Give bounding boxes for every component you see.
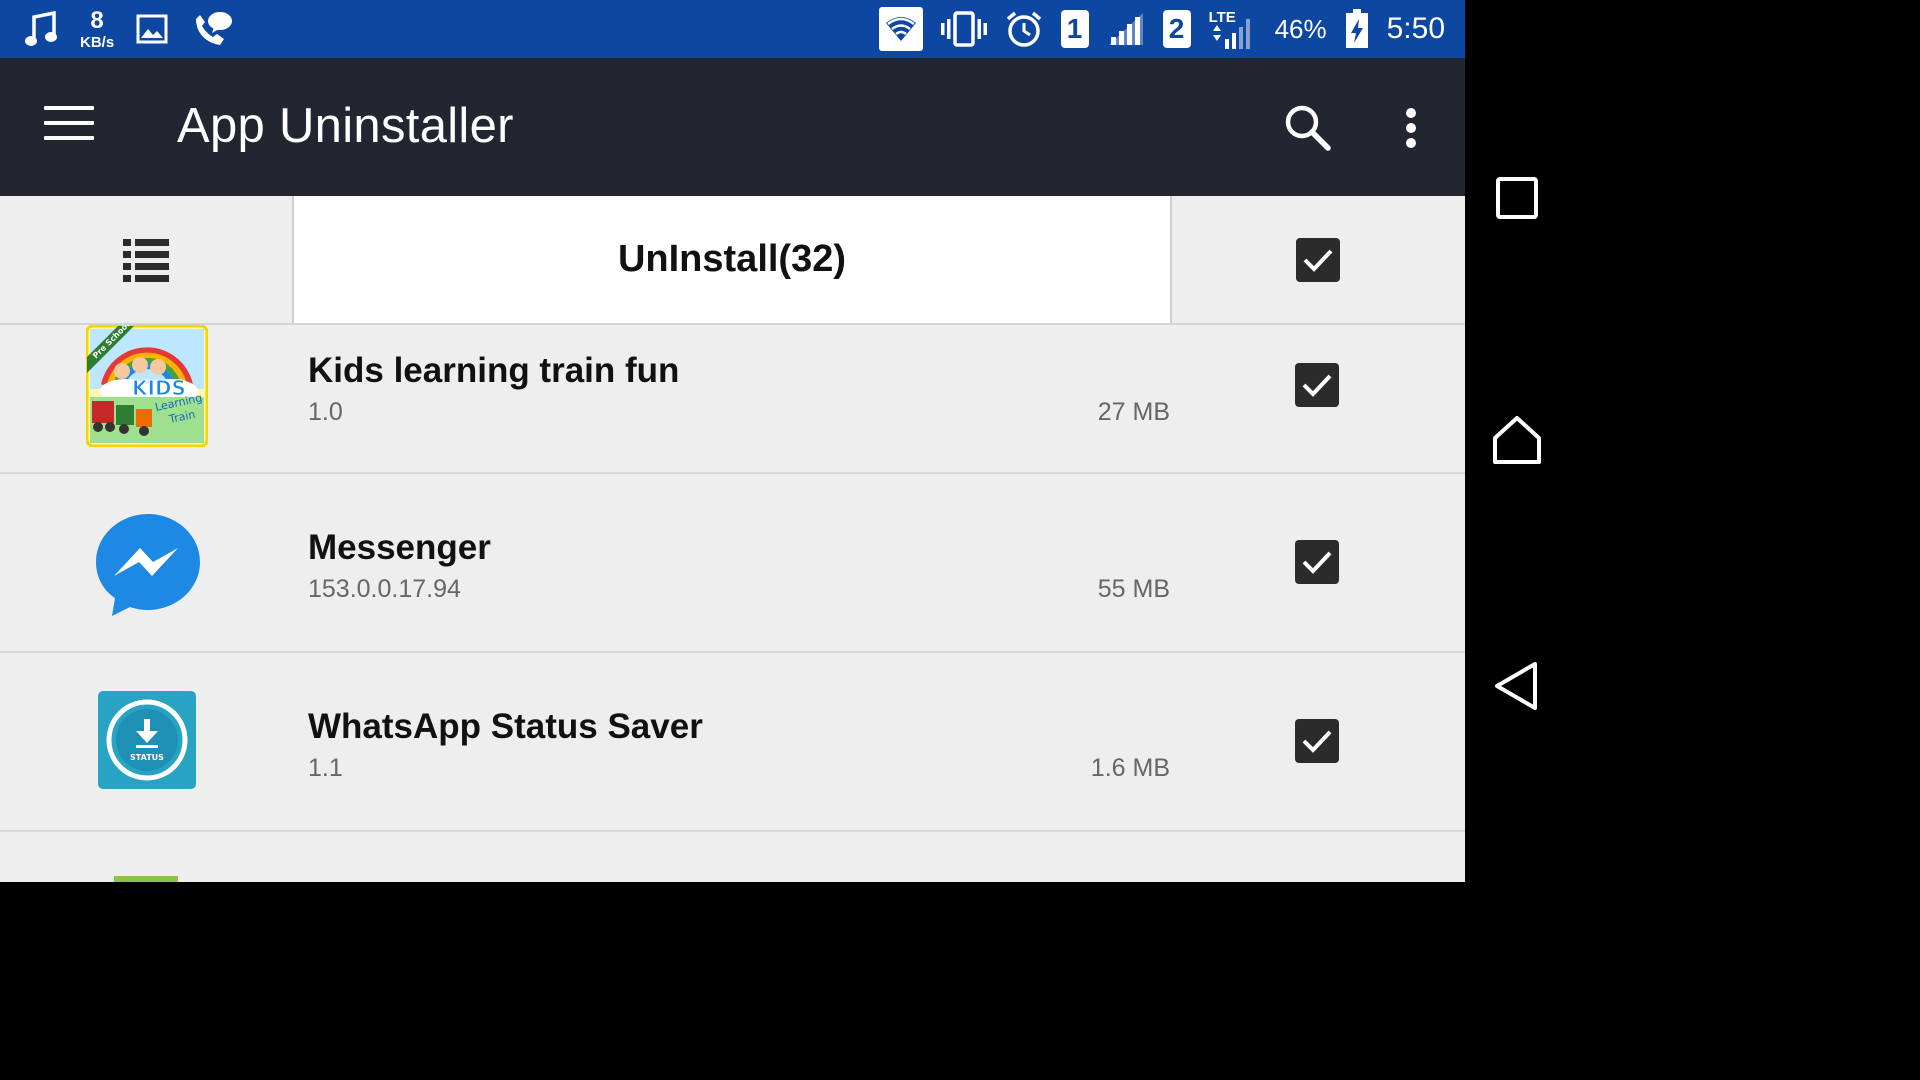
check-icon [1302,551,1332,574]
list-item[interactable]: Messenger 153.0.0.17.94 55 MB [0,474,1465,653]
list-item[interactable]: STATUS WhatsApp Status Saver 1.1 1.6 MB [0,653,1465,832]
app-name: Messenger [308,528,491,567]
select-all-checkbox[interactable] [1296,238,1340,282]
more-vert-icon[interactable] [1395,102,1427,154]
list-item[interactable]: KIDS Learning Train Pre School Kids lear… [0,320,1465,474]
action-bar: UnInstall(32) [0,196,1465,325]
app-list: KIDS Learning Train Pre School Kids lear… [0,320,1465,882]
call-icon [190,9,234,49]
uninstall-button[interactable]: UnInstall(32) [294,196,1172,323]
app-version: 1.0 [308,398,343,426]
status-word: STATUS [130,753,164,762]
alarm-icon [1005,10,1043,48]
net-speed-unit: KB/s [80,33,115,51]
list-item[interactable] [0,832,1465,882]
kids-train-app-icon: KIDS Learning Train Pre School [85,320,209,448]
vibrate-icon [940,11,987,47]
screen: 8 KB/s 1 2 LTE 46% 5:50 App Uninstaller … [0,0,1465,882]
android-app-icon [114,876,178,882]
sim2-badge: 2 [1162,10,1191,48]
check-icon [1303,249,1333,272]
app-size: 1.6 MB [1090,754,1170,782]
list-icon [123,238,169,282]
search-icon[interactable] [1282,102,1334,154]
app-version: 153.0.0.17.94 [308,575,461,603]
app-toolbar: App Uninstaller [0,58,1465,196]
app-checkbox[interactable] [1295,363,1339,407]
signal-icon [1107,11,1145,47]
lte-signal-icon: LTE [1209,7,1257,51]
app-checkbox[interactable] [1295,540,1339,584]
clock: 5:50 [1386,12,1445,45]
status-bar: 8 KB/s 1 2 LTE 46% 5:50 [0,0,1465,58]
back-icon[interactable] [1491,660,1543,712]
net-speed-value: 8 [90,6,104,34]
sim1-badge: 1 [1060,10,1089,48]
messenger-icon [94,512,202,620]
app-name: WhatsApp Status Saver [308,707,703,746]
net-speed: 8 KB/s [80,6,115,51]
home-icon[interactable] [1491,414,1543,466]
status-saver-icon: STATUS [98,691,196,789]
battery-percent: 46% [1274,13,1327,44]
app-name: Kids learning train fun [308,351,680,390]
navigation-bar [1465,0,1568,882]
image-icon [136,14,168,44]
app-title: App Uninstaller [177,99,514,153]
app-size: 55 MB [1097,575,1170,603]
app-version: 1.1 [308,754,343,782]
recents-icon[interactable] [1491,172,1543,224]
check-icon [1302,374,1332,397]
app-size: 27 MB [1097,398,1170,426]
wifi-icon [878,7,923,51]
app-checkbox[interactable] [1295,719,1339,763]
list-view-button[interactable] [0,196,294,323]
check-icon [1302,730,1332,753]
battery-icon [1345,9,1369,49]
menu-icon[interactable] [44,106,94,146]
music-icon [24,11,58,47]
